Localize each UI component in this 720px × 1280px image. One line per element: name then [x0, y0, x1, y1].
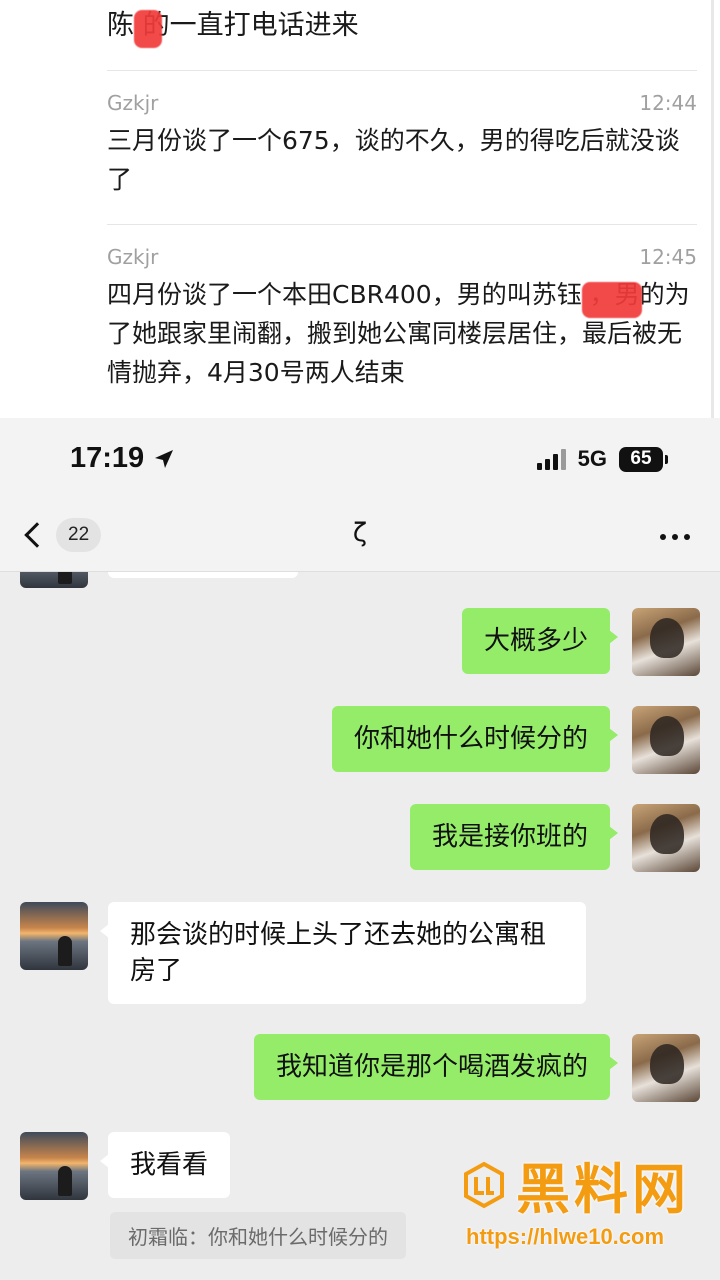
battery-level: 65: [619, 446, 663, 472]
outgoing-message[interactable]: 你和她什么时候分的: [331, 706, 619, 772]
watermark-url: https://hlwe10.com: [466, 1224, 665, 1249]
comment-user[interactable]: Gzkjr: [107, 91, 158, 117]
redaction-mark: [582, 282, 642, 318]
contact-avatar[interactable]: [20, 902, 88, 970]
location-arrow-icon: [155, 449, 174, 468]
contact-avatar[interactable]: [20, 572, 88, 588]
chat-screenshot: 17:19 5G 65 22 ζ 大概多少 你和她什么时候分的 我是接你班的 那…: [0, 418, 720, 1280]
signal-icon: [536, 448, 566, 470]
outgoing-message[interactable]: 我是接你班的: [409, 804, 619, 870]
clock-text: 17:19: [70, 442, 145, 474]
incoming-message[interactable]: 那会谈的时候上头了还去她的公寓租房了: [100, 902, 586, 1004]
status-bar: 17:19 5G 65: [0, 418, 720, 504]
status-time: 17:19: [70, 442, 176, 475]
comment-user[interactable]: Gzkjr: [107, 245, 158, 271]
comment-item: Gzkjr 12:44 三月份谈了一个675，谈的不久，男的得吃后就没谈了: [107, 70, 697, 220]
my-avatar[interactable]: [632, 1034, 700, 1102]
comment-time: 12:45: [639, 245, 697, 269]
comment-time: 12:44: [639, 91, 697, 115]
watermark-logo-icon: [464, 1161, 504, 1208]
my-avatar[interactable]: [632, 706, 700, 774]
outgoing-message[interactable]: 我知道你是那个喝酒发疯的: [253, 1034, 619, 1100]
quoted-message[interactable]: 初霜临：你和她什么时候分的: [110, 1212, 406, 1259]
comment-item: Gzkjr 12:45 四月份谈了一个本田CBR400，男的叫苏钰 ，男的为了她…: [107, 224, 697, 414]
network-type: 5G: [577, 446, 607, 471]
battery-icon: 65: [619, 446, 668, 472]
outgoing-message[interactable]: 大概多少: [461, 608, 619, 674]
my-avatar[interactable]: [632, 608, 700, 676]
contact-avatar[interactable]: [20, 1132, 88, 1200]
more-options-icon[interactable]: [660, 534, 690, 540]
chat-header: 22 ζ: [0, 504, 720, 572]
watermark-name: 黑料网: [516, 1158, 690, 1221]
my-avatar[interactable]: [632, 804, 700, 872]
redaction-mark: [134, 10, 162, 48]
site-watermark: 黑料网 https://hlwe10.com: [460, 1145, 690, 1250]
incoming-message[interactable]: 我看看: [99, 1132, 231, 1198]
chat-title: ζ: [352, 518, 368, 548]
scroll-track: [711, 0, 714, 418]
comment-screenshot: 陈 的一直打电话进来 Gzkjr 12:44 三月份谈了一个675，谈的不久，男…: [0, 0, 720, 418]
comment-text: 三月份谈了一个675，谈的不久，男的得吃后就没谈了: [107, 126, 680, 194]
partial-message-bubble[interactable]: [108, 572, 298, 578]
